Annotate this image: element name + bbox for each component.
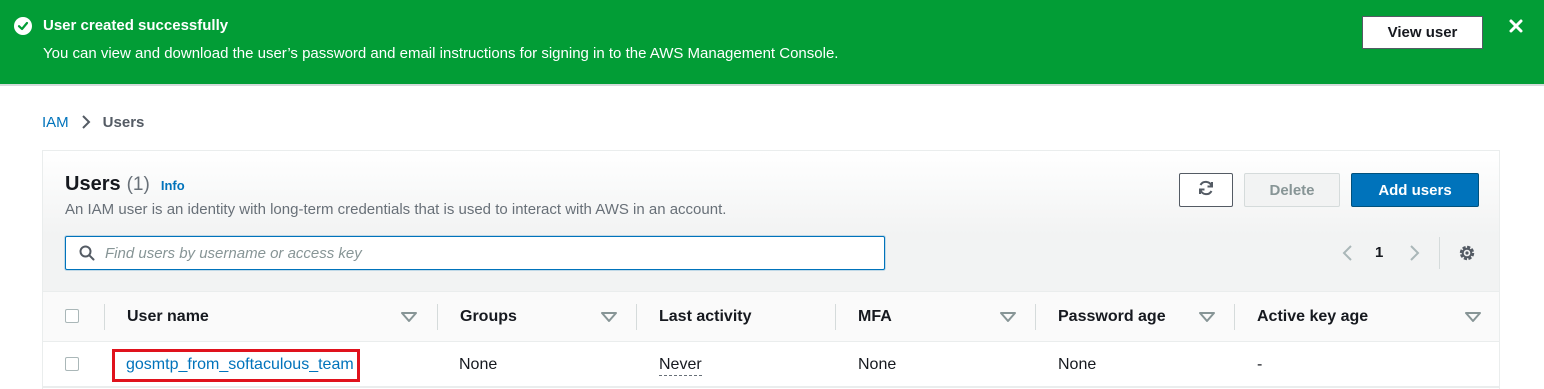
table-row: gosmtp_from_softaculous_team None Never …	[43, 342, 1499, 388]
flash-divider	[0, 84, 1544, 86]
success-flash-banner: User created successfully You can view a…	[0, 0, 1544, 84]
table-header: User name Groups Last activity MFA Passw…	[43, 292, 1499, 342]
column-header-last-activity[interactable]: Last activity	[659, 292, 751, 342]
last-activity-value[interactable]: Never	[659, 355, 702, 376]
sort-down-icon[interactable]	[1465, 310, 1481, 324]
view-user-button[interactable]: View user	[1362, 16, 1483, 49]
search-input[interactable]	[105, 244, 865, 262]
check-circle-icon	[14, 17, 32, 35]
chevron-right-icon[interactable]	[1406, 243, 1422, 263]
column-divider	[1035, 304, 1036, 330]
row-checkbox[interactable]	[65, 357, 79, 371]
users-description: An IAM user is an identity with long-ter…	[65, 201, 727, 218]
column-header-groups[interactable]: Groups	[460, 292, 517, 342]
user-name-link[interactable]: gosmtp_from_softaculous_team	[126, 342, 354, 388]
search-field[interactable]	[65, 236, 885, 270]
column-header-active-key-age[interactable]: Active key age	[1257, 292, 1368, 342]
add-users-button[interactable]: Add users	[1351, 173, 1479, 207]
active-key-age-cell: -	[1257, 356, 1263, 373]
column-divider	[437, 304, 438, 330]
flash-message: You can view and download the user’s pas…	[43, 45, 839, 62]
flash-title: User created successfully	[43, 17, 229, 34]
column-header-user-name[interactable]: User name	[127, 292, 209, 342]
sort-down-icon[interactable]	[601, 310, 617, 324]
pagination-divider	[1439, 237, 1440, 269]
users-count: (1)	[126, 174, 150, 195]
breadcrumb-iam-link[interactable]: IAM	[42, 114, 69, 131]
column-divider	[636, 304, 637, 330]
close-icon[interactable]	[1506, 16, 1526, 36]
refresh-button[interactable]	[1179, 173, 1233, 207]
gear-icon[interactable]	[1457, 243, 1477, 263]
users-table-container: Users (1) Info An IAM user is an identit…	[42, 150, 1500, 389]
sort-down-icon[interactable]	[1199, 310, 1215, 324]
chevron-right-icon	[81, 114, 91, 130]
chevron-left-icon[interactable]	[1340, 243, 1356, 263]
column-header-password-age[interactable]: Password age	[1058, 292, 1166, 342]
refresh-icon	[1197, 179, 1215, 201]
column-divider	[104, 304, 105, 330]
breadcrumb: IAM Users	[42, 113, 144, 131]
column-divider	[1234, 304, 1235, 330]
mfa-cell: None	[858, 356, 897, 373]
column-divider	[835, 304, 836, 330]
sort-down-icon[interactable]	[401, 310, 417, 324]
sort-down-icon[interactable]	[1000, 310, 1016, 324]
users-table-header: Users (1) Info An IAM user is an identit…	[43, 151, 1499, 292]
last-activity-cell: Never	[659, 342, 702, 388]
groups-cell: None	[459, 356, 498, 373]
password-age-cell: None	[1058, 356, 1097, 373]
page-title: Users	[65, 173, 121, 195]
column-header-mfa[interactable]: MFA	[858, 292, 892, 342]
info-link[interactable]: Info	[161, 178, 185, 193]
search-icon	[79, 245, 95, 261]
users-heading: Users (1) Info	[65, 173, 185, 196]
delete-button[interactable]: Delete	[1244, 173, 1340, 207]
breadcrumb-current: Users	[102, 113, 145, 131]
select-all-checkbox[interactable]	[65, 309, 79, 323]
pagination-page[interactable]: 1	[1375, 244, 1383, 261]
